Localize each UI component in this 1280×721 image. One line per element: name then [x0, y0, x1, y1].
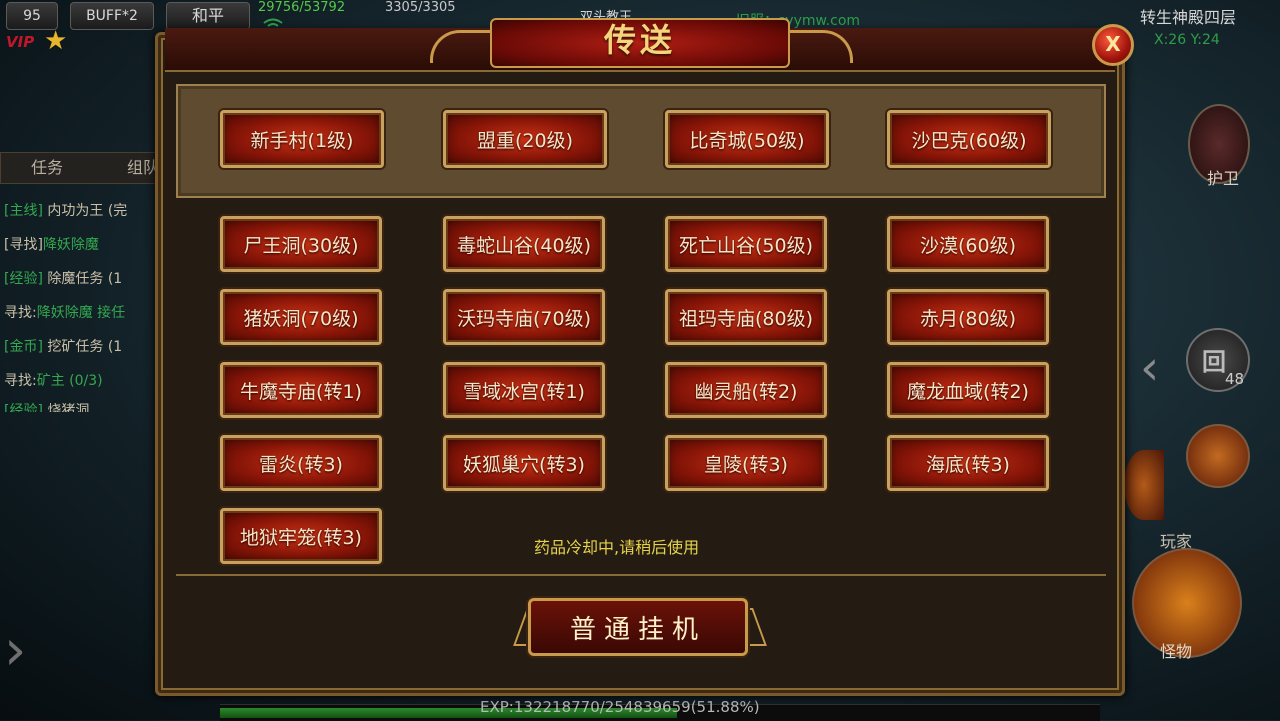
- star-icon: ★: [44, 26, 68, 56]
- destination-button[interactable]: 皇陵(转3): [665, 435, 827, 491]
- task-tag: 寻找:: [4, 305, 37, 321]
- task-text: 降妖除魔: [42, 237, 99, 253]
- exp-readout: EXP:132218770/254839659(51.88%): [480, 698, 760, 716]
- return-count: 48: [1225, 370, 1245, 388]
- destination-button[interactable]: 死亡山谷(50级): [665, 216, 827, 272]
- task-item[interactable]: [主线] 内功为王 (完: [4, 200, 156, 220]
- task-text: 矿主 (0/3): [36, 373, 103, 389]
- task-text: 内功为王 (完: [47, 203, 128, 219]
- monster-target-label: 怪物: [1160, 642, 1193, 661]
- task-text: 挖矿任务 (1: [47, 339, 123, 355]
- task-item[interactable]: [经验] 除魔任务 (1: [4, 268, 156, 288]
- attack-mode-button[interactable]: 和平: [166, 2, 250, 30]
- chevron-left-icon[interactable]: ‹: [1140, 340, 1159, 396]
- task-tag: [经验]: [4, 403, 43, 412]
- task-text: 烧猪洞: [47, 403, 90, 412]
- destination-button[interactable]: 沃玛寺庙(70级): [443, 289, 605, 345]
- skill-button[interactable]: [1186, 424, 1250, 488]
- task-tag: [主线]: [4, 203, 43, 219]
- destination-button[interactable]: 尸王洞(30级): [220, 216, 382, 272]
- destination-button[interactable]: 幽灵船(转2): [665, 362, 827, 418]
- task-tag: [寻找]: [4, 237, 43, 253]
- guard-label: 护卫: [1207, 169, 1240, 188]
- cooldown-notice: 药品冷却中,请稍后使用: [534, 538, 700, 557]
- task-tag: 寻找:: [4, 373, 37, 389]
- section-divider: [176, 574, 1106, 576]
- task-item[interactable]: [寻找]降妖除魔: [4, 234, 156, 254]
- map-name: 转生神殿四层: [1140, 8, 1237, 27]
- task-item[interactable]: 寻找:矿主 (0/3): [4, 370, 156, 390]
- destination-button[interactable]: 牛魔寺庙(转1): [220, 362, 382, 418]
- destination-button[interactable]: 雪域冰宫(转1): [443, 362, 605, 418]
- destination-button[interactable]: 雷炎(转3): [220, 435, 382, 491]
- destination-button[interactable]: 地狱牢笼(转3): [220, 508, 382, 564]
- destination-button[interactable]: 比奇城(50级): [665, 110, 829, 168]
- task-item[interactable]: 寻找:降妖除魔 接任: [4, 302, 156, 322]
- destination-button[interactable]: 新手村(1级): [220, 110, 384, 168]
- task-text: 降妖除魔 接任: [36, 305, 126, 321]
- hp-readout: 29756/53792: [258, 0, 346, 15]
- buff-button[interactable]: BUFF*2: [70, 2, 154, 30]
- destination-button[interactable]: 沙漠(60级): [887, 216, 1049, 272]
- destination-button[interactable]: 毒蛇山谷(40级): [443, 216, 605, 272]
- dialog-title: 传送: [603, 21, 676, 59]
- destination-button[interactable]: 赤月(80级): [887, 289, 1049, 345]
- mp-readout: 3305/3305: [385, 0, 456, 15]
- skill-button-partial[interactable]: [1124, 450, 1164, 520]
- destination-button[interactable]: 海底(转3): [887, 435, 1049, 491]
- vip-badge[interactable]: VIP: [6, 33, 34, 51]
- tab-tasks[interactable]: 任务: [31, 153, 63, 183]
- return-icon: 回: [1202, 348, 1226, 376]
- player-coordinates: X:26 Y:24: [1154, 32, 1220, 48]
- destination-button[interactable]: 沙巴克(60级): [887, 110, 1051, 168]
- task-item[interactable]: [经验] 烧猪洞: [4, 400, 156, 412]
- task-text: 除魔任务 (1: [47, 271, 123, 287]
- destination-button[interactable]: 妖狐巢穴(转3): [443, 435, 605, 491]
- destination-button[interactable]: 猪妖洞(70级): [220, 289, 382, 345]
- auto-hang-button[interactable]: 普通挂机: [528, 598, 748, 656]
- close-button[interactable]: X: [1092, 24, 1134, 66]
- task-item[interactable]: [金币] 挖矿任务 (1: [4, 336, 156, 356]
- chevron-right-icon[interactable]: ›: [4, 618, 26, 683]
- task-tag: [金币]: [4, 339, 43, 355]
- destination-button[interactable]: 盟重(20级): [443, 110, 607, 168]
- task-tabs: 任务 组队: [0, 152, 159, 184]
- destination-button[interactable]: 祖玛寺庙(80级): [665, 289, 827, 345]
- task-tag: [经验]: [4, 271, 43, 287]
- destination-button[interactable]: 魔龙血域(转2): [887, 362, 1049, 418]
